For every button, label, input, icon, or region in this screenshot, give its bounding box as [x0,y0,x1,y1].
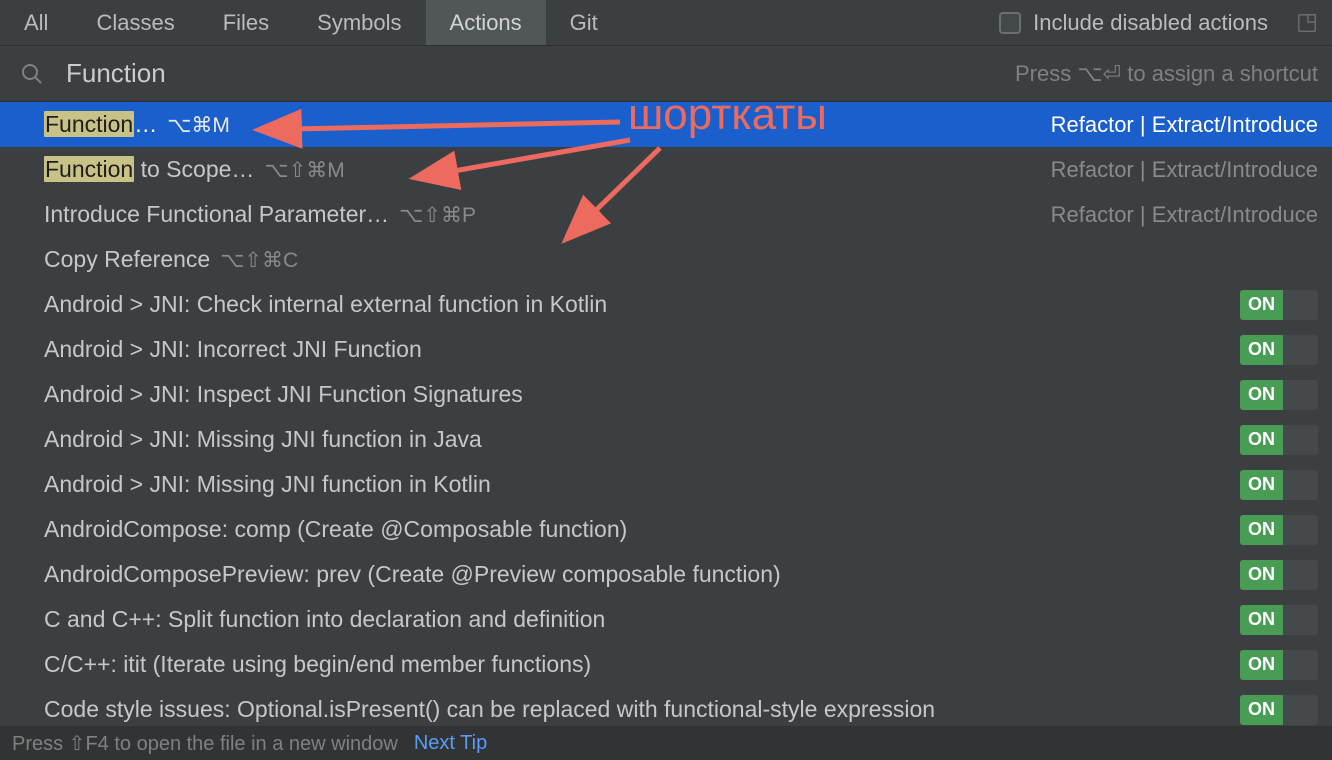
result-row[interactable]: C and C++: Split function into declarati… [0,597,1332,642]
footer-bar: Press ⇧F4 to open the file in a new wind… [0,726,1332,760]
result-toggle[interactable]: ON [1240,470,1318,500]
result-category: Refactor | Extract/Introduce [1051,157,1318,183]
result-label: Code style issues: Optional.isPresent() … [44,696,935,723]
result-left: C and C++: Split function into declarati… [44,606,1240,633]
tab-git[interactable]: Git [546,0,622,45]
search-icon [20,62,44,86]
result-category: Refactor | Extract/Introduce [1051,112,1318,138]
result-toggle[interactable]: ON [1240,650,1318,680]
result-row[interactable]: Android > JNI: Incorrect JNI Function ON [0,327,1332,372]
result-toggle[interactable]: ON [1240,380,1318,410]
pin-icon[interactable] [1296,12,1318,34]
result-row[interactable]: Code style issues: Optional.isPresent() … [0,687,1332,726]
result-label: Android > JNI: Incorrect JNI Function [44,336,422,363]
result-left: AndroidCompose: comp (Create @Composable… [44,516,1240,543]
result-label: Function… [44,111,157,138]
tab-symbols[interactable]: Symbols [293,0,425,45]
result-left: Introduce Functional Parameter… ⌥⇧⌘P [44,201,1051,228]
result-left: Function… ⌥⌘M [44,111,1051,138]
result-label: AndroidCompose: comp (Create @Composable… [44,516,627,543]
next-tip-link[interactable]: Next Tip [414,732,487,755]
result-shortcut: ⌥⇧⌘C [220,248,298,273]
result-left: Android > JNI: Check internal external f… [44,291,1240,318]
result-row[interactable]: C/C++: itit (Iterate using begin/end mem… [0,642,1332,687]
result-label: Copy Reference [44,246,210,273]
result-category: Refactor | Extract/Introduce [1051,202,1318,228]
result-row[interactable]: AndroidComposePreview: prev (Create @Pre… [0,552,1332,597]
result-left: Android > JNI: Missing JNI function in J… [44,426,1240,453]
result-label: Android > JNI: Check internal external f… [44,291,607,318]
search-bar: Press ⌥⏎ to assign a shortcut [0,46,1332,102]
result-toggle[interactable]: ON [1240,560,1318,590]
tab-all[interactable]: All [0,0,72,45]
result-row[interactable]: Introduce Functional Parameter… ⌥⇧⌘P Refac… [0,192,1332,237]
result-toggle[interactable]: ON [1240,605,1318,635]
search-input[interactable] [66,58,1015,89]
result-row[interactable]: Function… ⌥⌘M Refactor | Extract/Introduce [0,102,1332,147]
include-disabled-label: Include disabled actions [1033,10,1268,36]
result-shortcut: ⌥⇧⌘M [264,158,344,183]
result-label: C and C++: Split function into declarati… [44,606,605,633]
tab-actions[interactable]: Actions [426,0,546,45]
result-left: Copy Reference ⌥⇧⌘C [44,246,1318,273]
result-label: Android > JNI: Inspect JNI Function Sign… [44,381,523,408]
include-disabled-checkbox[interactable] [999,12,1021,34]
result-left: C/C++: itit (Iterate using begin/end mem… [44,651,1240,678]
result-toggle[interactable]: ON [1240,695,1318,725]
result-label: Introduce Functional Parameter… [44,201,389,228]
footer-text: Press ⇧F4 to open the file in a new wind… [12,731,398,756]
result-toggle[interactable]: ON [1240,290,1318,320]
result-shortcut: ⌥⌘M [167,113,230,138]
include-disabled-wrap[interactable]: Include disabled actions [999,10,1332,36]
result-row[interactable]: Android > JNI: Check internal external f… [0,282,1332,327]
result-left: Function to Scope… ⌥⇧⌘M [44,156,1051,183]
tab-files[interactable]: Files [199,0,293,45]
result-row[interactable]: Function to Scope… ⌥⇧⌘M Refactor | Extract… [0,147,1332,192]
result-row[interactable]: Android > JNI: Missing JNI function in K… [0,462,1332,507]
result-toggle[interactable]: ON [1240,335,1318,365]
tabs-bar: All Classes Files Symbols Actions Git In… [0,0,1332,46]
tab-classes[interactable]: Classes [72,0,198,45]
result-row[interactable]: Copy Reference ⌥⇧⌘C [0,237,1332,282]
result-shortcut: ⌥⇧⌘P [399,203,476,228]
result-label: C/C++: itit (Iterate using begin/end mem… [44,651,591,678]
result-left: Android > JNI: Missing JNI function in K… [44,471,1240,498]
result-left: Android > JNI: Incorrect JNI Function [44,336,1240,363]
result-row[interactable]: Android > JNI: Inspect JNI Function Sign… [0,372,1332,417]
result-toggle[interactable]: ON [1240,425,1318,455]
result-left: Code style issues: Optional.isPresent() … [44,696,1240,723]
result-row[interactable]: AndroidCompose: comp (Create @Composable… [0,507,1332,552]
result-left: AndroidComposePreview: prev (Create @Pre… [44,561,1240,588]
result-left: Android > JNI: Inspect JNI Function Sign… [44,381,1240,408]
result-row[interactable]: Android > JNI: Missing JNI function in J… [0,417,1332,462]
result-toggle[interactable]: ON [1240,515,1318,545]
result-label: Android > JNI: Missing JNI function in J… [44,426,482,453]
assign-shortcut-hint: Press ⌥⏎ to assign a shortcut [1015,61,1318,87]
result-label: Function to Scope… [44,156,254,183]
result-label: AndroidComposePreview: prev (Create @Pre… [44,561,781,588]
results-list: Function… ⌥⌘M Refactor | Extract/Introduce… [0,102,1332,726]
result-label: Android > JNI: Missing JNI function in K… [44,471,491,498]
